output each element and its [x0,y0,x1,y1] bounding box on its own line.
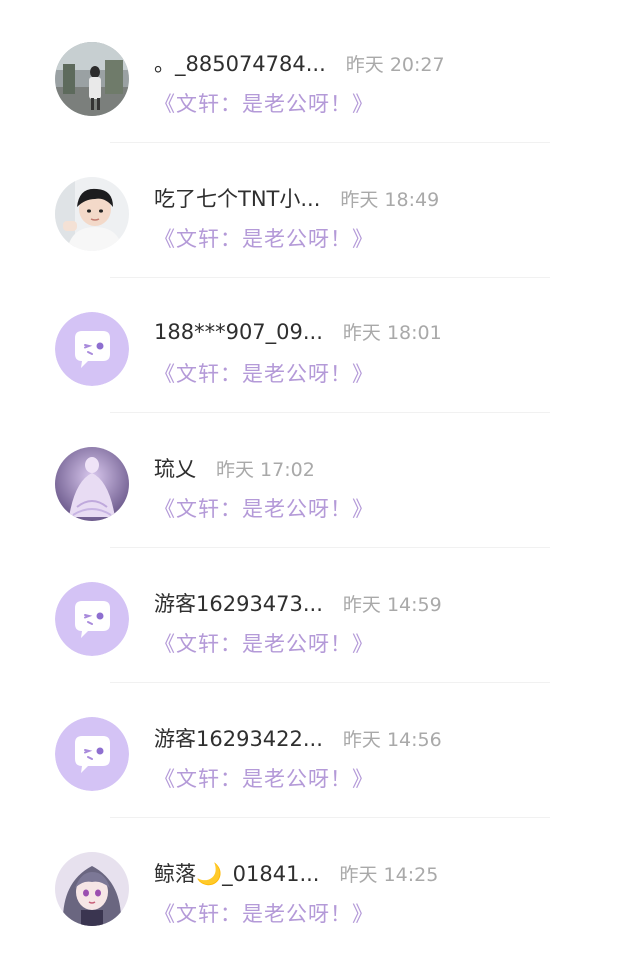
message-time: 昨天 14:56 [342,729,442,751]
sender-name: 鲸落🌙_01841... [154,862,320,886]
message-snippet: 《文轩：是老公呀！》 [154,902,374,926]
message-time: 昨天 20:27 [345,54,445,76]
message-time: 昨天 14:59 [342,594,442,616]
message-snippet: 《文轩：是老公呀！》 [154,497,374,521]
message-row[interactable]: 游客16293422... 昨天 14:56 《文轩：是老公呀！》 [0,683,640,818]
message-snippet: 《文轩：是老公呀！》 [154,632,374,656]
message-time: 昨天 18:01 [342,322,442,344]
sender-name: 琉乂 [154,457,196,481]
sender-name: 吃了七个TNT小... [154,187,321,211]
message-time: 昨天 17:02 [216,459,315,481]
message-row[interactable]: 游客16293473... 昨天 14:59 《文轩：是老公呀！》 [0,548,640,683]
sender-name: 游客16293473... [154,592,323,616]
avatar[interactable] [55,42,129,116]
message-row[interactable]: 吃了七个TNT小... 昨天 18:49 《文轩：是老公呀！》 [0,143,640,278]
sender-name: 。_885074784... [154,52,326,76]
message-snippet: 《文轩：是老公呀！》 [154,767,374,791]
default-avatar-chat-bubble-icon[interactable] [55,717,129,791]
sender-name: 188***907_09... [154,320,323,344]
message-snippet: 《文轩：是老公呀！》 [154,92,374,116]
default-avatar-chat-bubble-icon[interactable] [55,312,129,386]
message-snippet: 《文轩：是老公呀！》 [154,227,374,251]
message-row[interactable]: 鲸落🌙_01841... 昨天 14:25 《文轩：是老公呀！》 [0,818,640,953]
sender-name: 游客16293422... [154,727,323,751]
avatar[interactable] [55,447,129,521]
default-avatar-chat-bubble-icon[interactable] [55,582,129,656]
message-list: 。_885074784... 昨天 20:27 《文轩：是老公呀！》 吃了七个T… [0,0,640,944]
message-time: 昨天 14:25 [339,864,439,886]
avatar[interactable] [55,177,129,251]
message-row[interactable]: 。_885074784... 昨天 20:27 《文轩：是老公呀！》 [0,8,640,143]
message-row[interactable]: 188***907_09... 昨天 18:01 《文轩：是老公呀！》 [0,278,640,413]
avatar[interactable] [55,852,129,926]
message-time: 昨天 18:49 [340,189,440,211]
message-snippet: 《文轩：是老公呀！》 [154,362,374,386]
message-row[interactable]: 琉乂 昨天 17:02 《文轩：是老公呀！》 [0,413,640,548]
